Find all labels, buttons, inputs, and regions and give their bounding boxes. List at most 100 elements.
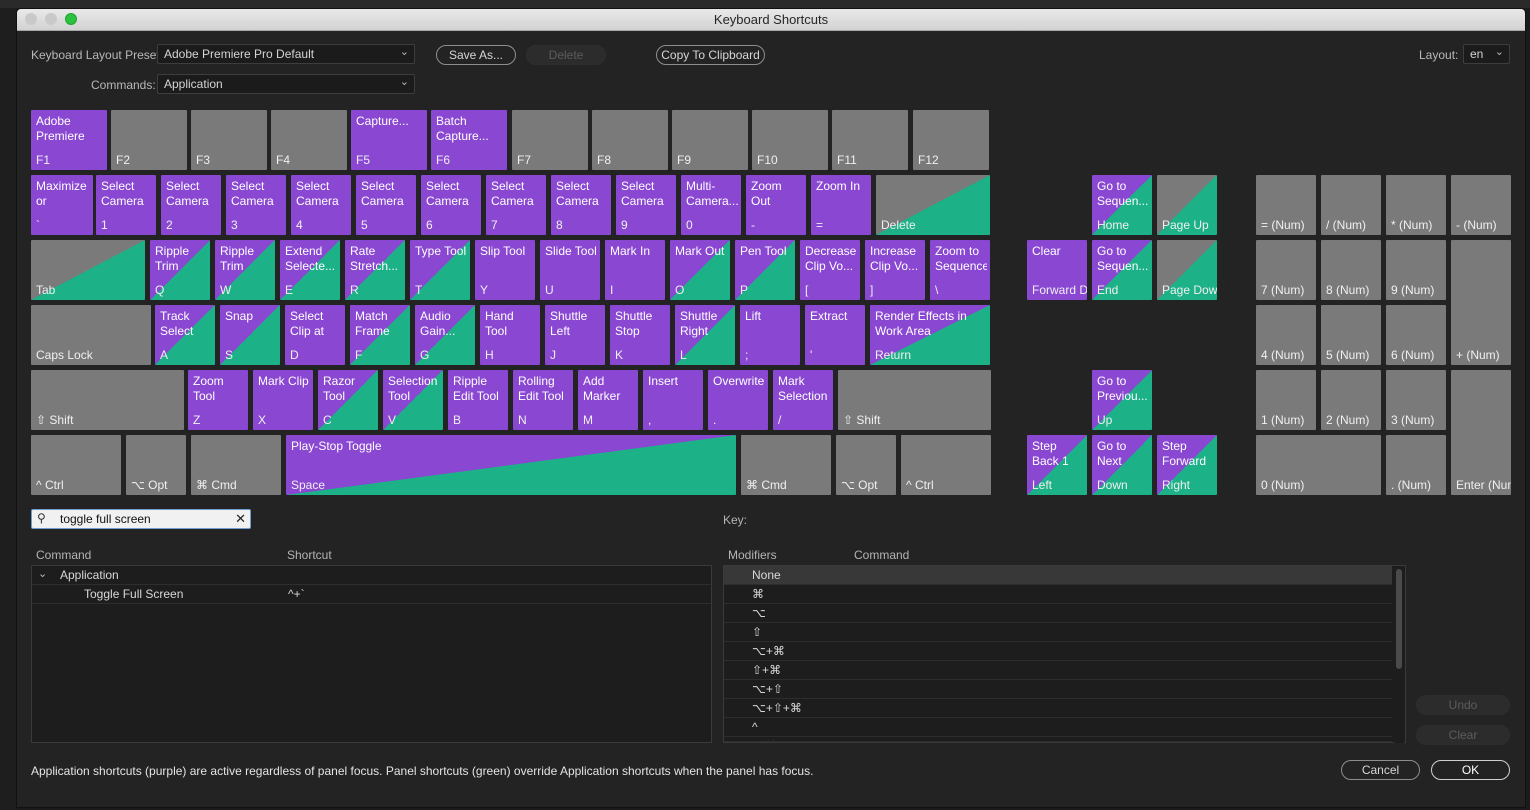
preset-select[interactable]: Adobe Premiere Pro Default ⌄ bbox=[157, 44, 415, 64]
key-h[interactable]: Hand Tool H bbox=[480, 305, 540, 365]
key-command-column-header[interactable]: Command bbox=[854, 548, 909, 562]
key-r[interactable]: Rate Stretch... R bbox=[345, 240, 405, 300]
key-l[interactable]: Shuttle Right L bbox=[675, 305, 735, 365]
key-5-num[interactable]: 5 (Num) bbox=[1321, 305, 1381, 365]
key-1-num[interactable]: 1 (Num) bbox=[1256, 370, 1316, 430]
command-column-header[interactable]: Command bbox=[36, 548, 91, 562]
key-0[interactable]: Multi-Camera... 0 bbox=[681, 175, 741, 235]
key-return[interactable]: Render Effects in Work Area Return bbox=[870, 305, 990, 365]
modifier-row[interactable]: ⌥+⇧+⌘ bbox=[724, 699, 1392, 718]
clear-button[interactable]: Clear bbox=[1416, 725, 1510, 745]
group-row-application[interactable]: ⌄ Application bbox=[32, 566, 711, 585]
key-down[interactable]: Go to Next Down bbox=[1092, 435, 1152, 495]
key-f12[interactable]: F12 bbox=[913, 110, 989, 170]
key-page-up[interactable]: Page Up bbox=[1157, 175, 1217, 235]
key-symbol[interactable]: Lift; bbox=[740, 305, 800, 365]
key-u[interactable]: Slide Tool U bbox=[540, 240, 600, 300]
key-g[interactable]: Audio Gain... G bbox=[415, 305, 475, 365]
modifier-row[interactable]: ⌘ bbox=[724, 585, 1392, 604]
key-caps-lock[interactable]: Caps Lock bbox=[31, 305, 151, 365]
cancel-button[interactable]: Cancel bbox=[1341, 760, 1420, 780]
key-f7[interactable]: F7 bbox=[512, 110, 588, 170]
key-shift[interactable]: ⇧ Shift bbox=[31, 370, 184, 430]
key-e[interactable]: Extend Selecte... E bbox=[280, 240, 340, 300]
key-f9[interactable]: F9 bbox=[672, 110, 748, 170]
key-symbol[interactable]: Mark Selection / bbox=[773, 370, 833, 430]
modifier-row[interactable]: ⌥+⌘ bbox=[724, 642, 1392, 661]
ok-button[interactable]: OK bbox=[1431, 760, 1510, 780]
key-z[interactable]: Zoom Tool Z bbox=[188, 370, 248, 430]
key-num[interactable]: . (Num) bbox=[1386, 435, 1446, 495]
close-icon[interactable]: ✕ bbox=[235, 511, 246, 527]
key-f2[interactable]: F2 bbox=[111, 110, 187, 170]
key-symbol[interactable]: Insert, bbox=[643, 370, 703, 430]
key-num[interactable]: * (Num) bbox=[1386, 175, 1446, 235]
key-symbol[interactable]: Zoom Out - bbox=[746, 175, 806, 235]
command-row-toggle-full-screen[interactable]: Toggle Full Screen ^+` bbox=[32, 585, 711, 604]
command-shortcut[interactable]: ^+` bbox=[288, 587, 305, 601]
key-f11[interactable]: F11 bbox=[832, 110, 908, 170]
search-field[interactable]: ⚲ toggle full screen ✕ bbox=[31, 509, 251, 529]
modifier-row[interactable]: ⇧+⌘ bbox=[724, 661, 1392, 680]
key-f5[interactable]: Capture... F5 bbox=[351, 110, 427, 170]
key-2-num[interactable]: 2 (Num) bbox=[1321, 370, 1381, 430]
scrollbar-thumb[interactable] bbox=[1396, 569, 1402, 669]
key-2[interactable]: Select Camera 2 2 bbox=[161, 175, 221, 235]
key-up[interactable]: Go to Previou... Up bbox=[1092, 370, 1152, 430]
modifier-row[interactable]: ^ bbox=[724, 718, 1392, 737]
key-f3[interactable]: F3 bbox=[191, 110, 267, 170]
copy-to-clipboard-button[interactable]: Copy To Clipboard bbox=[656, 45, 765, 65]
key-symbol[interactable]: Maximize or ` bbox=[31, 175, 93, 235]
key-d[interactable]: Select Clip at P... D bbox=[285, 305, 345, 365]
key-forward-delete[interactable]: Clear Forward Delete bbox=[1027, 240, 1087, 300]
key-opt[interactable]: ⌥ Opt bbox=[126, 435, 186, 495]
key-symbol[interactable]: Increase Clip Vo...] bbox=[865, 240, 925, 300]
save-as-button[interactable]: Save As... bbox=[436, 45, 516, 65]
key-page-down[interactable]: Page Down bbox=[1157, 240, 1217, 300]
key-j[interactable]: Shuttle Left J bbox=[545, 305, 605, 365]
key-a[interactable]: Track Select F... A bbox=[155, 305, 215, 365]
key-opt[interactable]: ⌥ Opt bbox=[836, 435, 896, 495]
key-tab[interactable]: Tab bbox=[31, 240, 145, 300]
key-symbol[interactable]: Overwrite. bbox=[708, 370, 768, 430]
delete-button[interactable]: Delete bbox=[526, 45, 606, 65]
commands-select[interactable]: Application ⌄ bbox=[157, 74, 415, 94]
key-p[interactable]: Pen Tool P bbox=[735, 240, 795, 300]
search-input[interactable]: toggle full screen bbox=[60, 512, 151, 526]
key-7-num[interactable]: 7 (Num) bbox=[1256, 240, 1316, 300]
layout-select[interactable]: en ⌄ bbox=[1463, 44, 1510, 64]
key-f1[interactable]: Adobe Premiere F1 bbox=[31, 110, 107, 170]
key-ctrl[interactable]: ^ Ctrl bbox=[31, 435, 121, 495]
modifier-row[interactable]: ⇧ bbox=[724, 623, 1392, 642]
key-f10[interactable]: F10 bbox=[752, 110, 828, 170]
key-n[interactable]: Rolling Edit Tool N bbox=[513, 370, 573, 430]
key-symbol[interactable]: Decrease Clip Vo... [ bbox=[800, 240, 860, 300]
modifier-row[interactable]: ⌥+⇧ bbox=[724, 680, 1392, 699]
key-4-num[interactable]: 4 (Num) bbox=[1256, 305, 1316, 365]
title-bar[interactable]: Keyboard Shortcuts bbox=[17, 9, 1525, 31]
key-0-num[interactable]: 0 (Num) bbox=[1256, 435, 1381, 495]
key-3[interactable]: Select Camera 3 3 bbox=[226, 175, 286, 235]
key-9-num[interactable]: 9 (Num) bbox=[1386, 240, 1446, 300]
modifier-row[interactable]: ⌥ bbox=[724, 604, 1392, 623]
key-cmd[interactable]: ⌘ Cmd bbox=[191, 435, 281, 495]
key-num[interactable]: / (Num) bbox=[1321, 175, 1381, 235]
key-home[interactable]: Go to Sequen... Home bbox=[1092, 175, 1152, 235]
key-i[interactable]: Mark In I bbox=[605, 240, 665, 300]
key-right[interactable]: Step Forward Right bbox=[1157, 435, 1217, 495]
key-8[interactable]: Select Camera 8 8 bbox=[551, 175, 611, 235]
key-cmd[interactable]: ⌘ Cmd bbox=[741, 435, 831, 495]
key-v[interactable]: Selection Tool V bbox=[383, 370, 443, 430]
key-enter-num[interactable]: Enter (Num) bbox=[1451, 370, 1511, 495]
key-m[interactable]: Add Marker M bbox=[578, 370, 638, 430]
key-b[interactable]: Ripple Edit Tool B bbox=[448, 370, 508, 430]
modifier-row[interactable]: ^+⌘ bbox=[724, 737, 1392, 742]
key-left[interactable]: Step Back 1 Frame Left bbox=[1027, 435, 1087, 495]
key-t[interactable]: Type Tool T bbox=[410, 240, 470, 300]
key-8-num[interactable]: 8 (Num) bbox=[1321, 240, 1381, 300]
key-f8[interactable]: F8 bbox=[592, 110, 668, 170]
key-4[interactable]: Select Camera 4 4 bbox=[291, 175, 351, 235]
key-7[interactable]: Select Camera 7 7 bbox=[486, 175, 546, 235]
key-c[interactable]: Razor Tool C bbox=[318, 370, 378, 430]
shortcut-column-header[interactable]: Shortcut bbox=[287, 548, 332, 562]
